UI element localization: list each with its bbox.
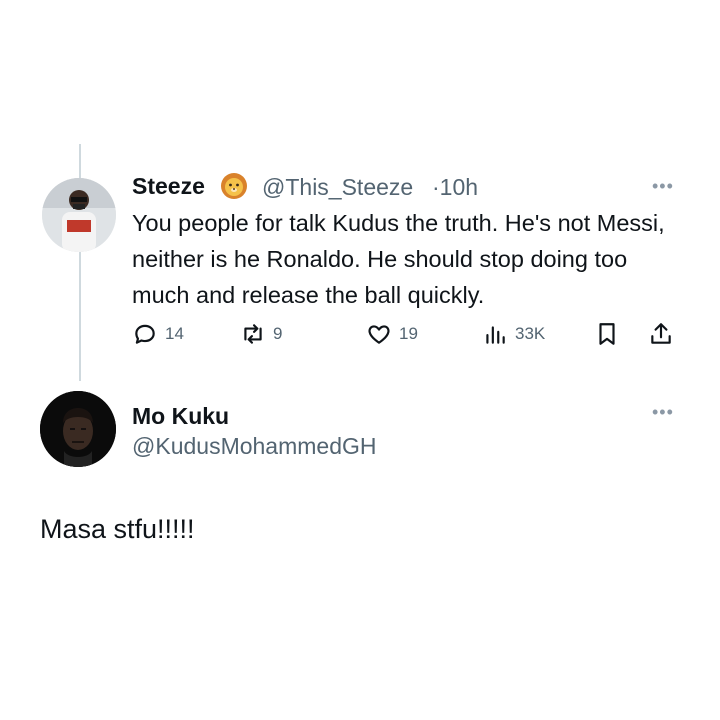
analytics-icon — [486, 326, 505, 344]
views-button[interactable]: 33K — [482, 318, 545, 350]
heart-icon — [368, 325, 390, 344]
display-name[interactable]: Mo Kuku — [132, 403, 229, 430]
avatar[interactable] — [42, 178, 116, 252]
share-icon — [651, 323, 671, 344]
reply-count: 14 — [165, 324, 184, 343]
avatar[interactable] — [40, 391, 116, 467]
user-handle[interactable]: @KudusMohammedGH — [132, 433, 377, 460]
reply-text: Masa stfu!!!!! — [40, 514, 195, 544]
avatar-photo-icon — [42, 178, 116, 252]
display-name[interactable]: Steeze — [132, 173, 205, 200]
timestamp[interactable]: ·10h — [432, 174, 478, 201]
bookmark-button[interactable] — [594, 318, 620, 350]
retweet-icon — [244, 324, 262, 344]
views-count: 33K — [515, 324, 546, 343]
thread-line-top — [79, 144, 81, 180]
bookmark-icon — [599, 323, 615, 345]
lion-face-icon — [221, 173, 247, 199]
more-options-icon[interactable]: ••• — [652, 176, 674, 197]
thread-line — [79, 240, 81, 381]
retweet-button[interactable]: 9 — [240, 318, 282, 350]
tweet-text: You people for talk Kudus the truth. He'… — [132, 210, 665, 308]
reply-icon — [135, 324, 155, 344]
user-handle[interactable]: @This_Steeze — [262, 174, 413, 201]
retweet-count: 9 — [273, 324, 283, 343]
reply-button[interactable]: 14 — [132, 318, 184, 350]
share-button[interactable] — [648, 318, 674, 350]
avatar-photo-icon — [40, 391, 116, 467]
like-count: 19 — [399, 324, 418, 343]
more-options-icon[interactable]: ••• — [652, 402, 674, 423]
tweet-actions: 14 9 19 33K — [132, 318, 692, 350]
like-button[interactable]: 19 — [366, 318, 418, 350]
